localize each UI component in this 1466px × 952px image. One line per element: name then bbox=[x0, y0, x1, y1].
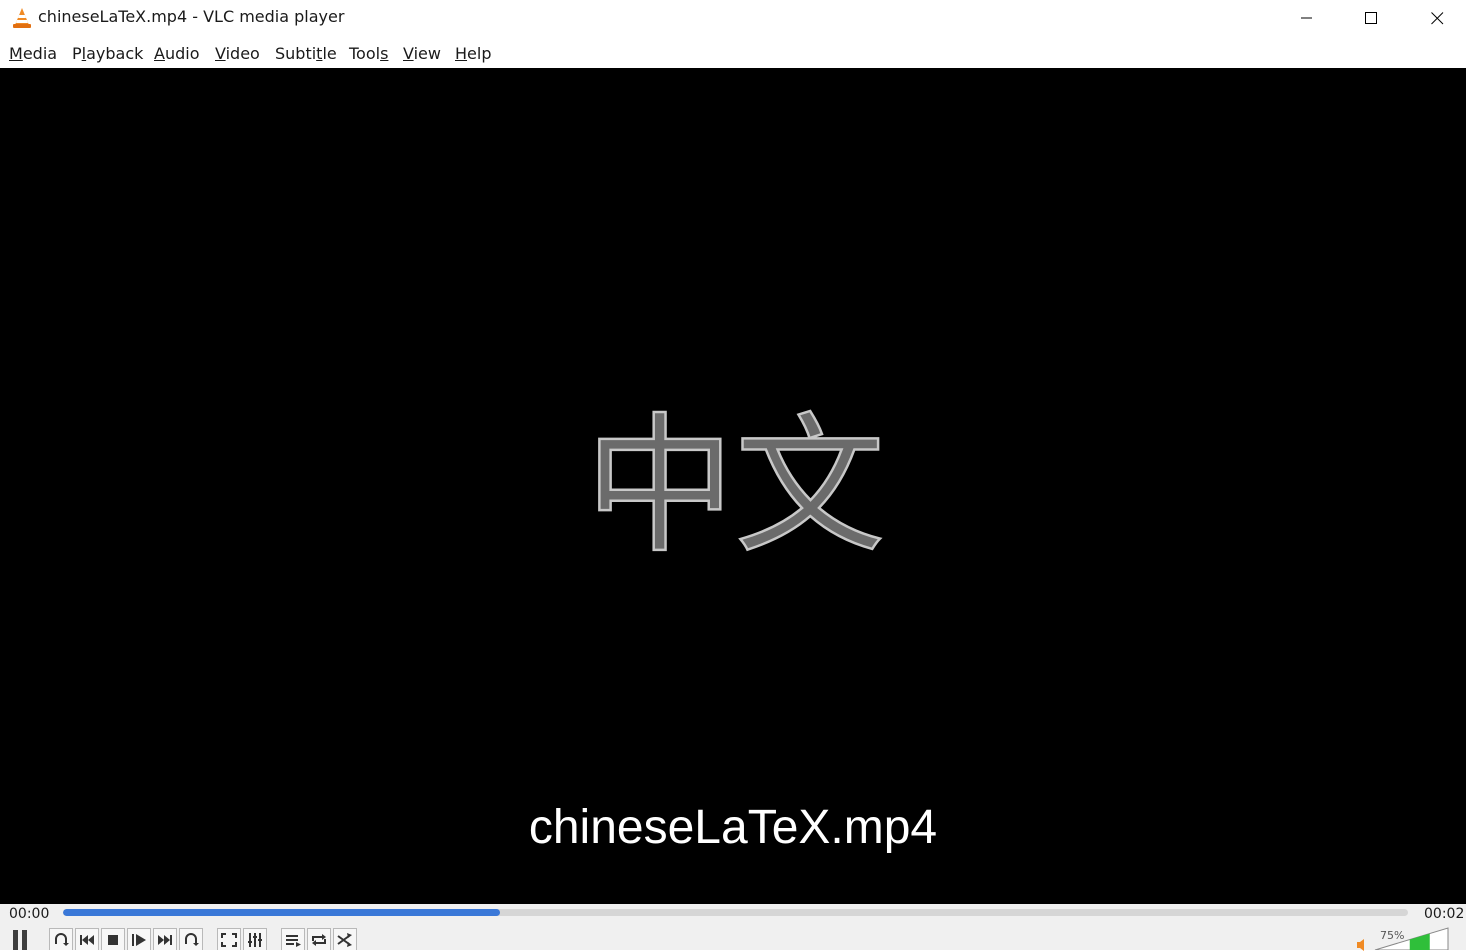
video-frame-text: 中文 bbox=[584, 399, 887, 568]
loop-icon bbox=[185, 933, 199, 946]
volume-slider[interactable] bbox=[1374, 924, 1450, 950]
fullscreen-button[interactable] bbox=[217, 928, 241, 950]
previous-button[interactable] bbox=[75, 928, 99, 950]
pause-button[interactable] bbox=[4, 926, 36, 950]
playlist-button[interactable] bbox=[281, 928, 305, 950]
pause-icon bbox=[13, 930, 27, 950]
maximize-button[interactable] bbox=[1338, 0, 1404, 36]
menu-view[interactable]: View bbox=[403, 44, 441, 63]
osd-filename: chineseLaTeX.mp4 bbox=[528, 801, 938, 854]
seek-progress bbox=[63, 909, 501, 916]
extended-settings-icon bbox=[248, 933, 262, 947]
shuffle-button[interactable] bbox=[333, 928, 357, 950]
window-title: chineseLaTeX.mp4 - VLC media player bbox=[38, 7, 345, 26]
menu-video[interactable]: Video bbox=[215, 44, 260, 63]
next-icon bbox=[158, 935, 172, 945]
volume-control[interactable]: 75% bbox=[1356, 924, 1456, 951]
title-bar: chineseLaTeX.mp4 - VLC media player bbox=[0, 0, 1466, 36]
close-button[interactable] bbox=[1404, 0, 1466, 36]
video-area[interactable]: 中文 chineseLaTeX.mp4 bbox=[0, 68, 1466, 904]
menu-help[interactable]: Help bbox=[455, 44, 491, 63]
extended-settings-button[interactable] bbox=[243, 928, 267, 950]
menu-subtitle[interactable]: Subtitle bbox=[275, 44, 337, 63]
seek-row: 00:00 00:02 bbox=[0, 904, 1466, 924]
loop-ab-button[interactable] bbox=[49, 928, 73, 950]
repeat-button[interactable] bbox=[307, 928, 331, 950]
previous-icon bbox=[80, 935, 94, 945]
loop-ab-icon bbox=[55, 933, 69, 946]
control-bar: 75% bbox=[0, 924, 1466, 951]
next-button[interactable] bbox=[153, 928, 177, 950]
seek-slider[interactable] bbox=[63, 909, 1408, 916]
stop-button[interactable] bbox=[101, 928, 125, 950]
menu-playback[interactable]: Playback bbox=[72, 44, 143, 63]
total-time[interactable]: 00:02 bbox=[1424, 906, 1464, 922]
loop-button[interactable] bbox=[179, 928, 203, 950]
menu-bar: Media Playback Audio Video Subtitle Tool… bbox=[0, 36, 1466, 68]
fullscreen-icon bbox=[221, 933, 237, 947]
minimize-icon bbox=[1301, 17, 1312, 19]
menu-tools[interactable]: Tools bbox=[349, 44, 388, 63]
shuffle-icon bbox=[337, 933, 352, 947]
menu-media[interactable]: Media bbox=[9, 44, 57, 63]
maximize-icon bbox=[1364, 11, 1377, 24]
stop-icon bbox=[108, 935, 118, 945]
svg-text:中文: 中文 bbox=[585, 400, 885, 568]
frame-step-icon bbox=[132, 934, 146, 946]
playlist-icon bbox=[286, 935, 301, 947]
elapsed-time[interactable]: 00:00 bbox=[9, 906, 49, 922]
minimize-button[interactable] bbox=[1274, 0, 1340, 36]
frame-step-button[interactable] bbox=[127, 928, 151, 950]
menu-audio[interactable]: Audio bbox=[154, 44, 199, 63]
volume-wedge-fill bbox=[1409, 933, 1430, 950]
repeat-icon bbox=[312, 934, 326, 946]
vlc-cone-icon bbox=[13, 8, 31, 28]
close-icon bbox=[1430, 11, 1443, 24]
